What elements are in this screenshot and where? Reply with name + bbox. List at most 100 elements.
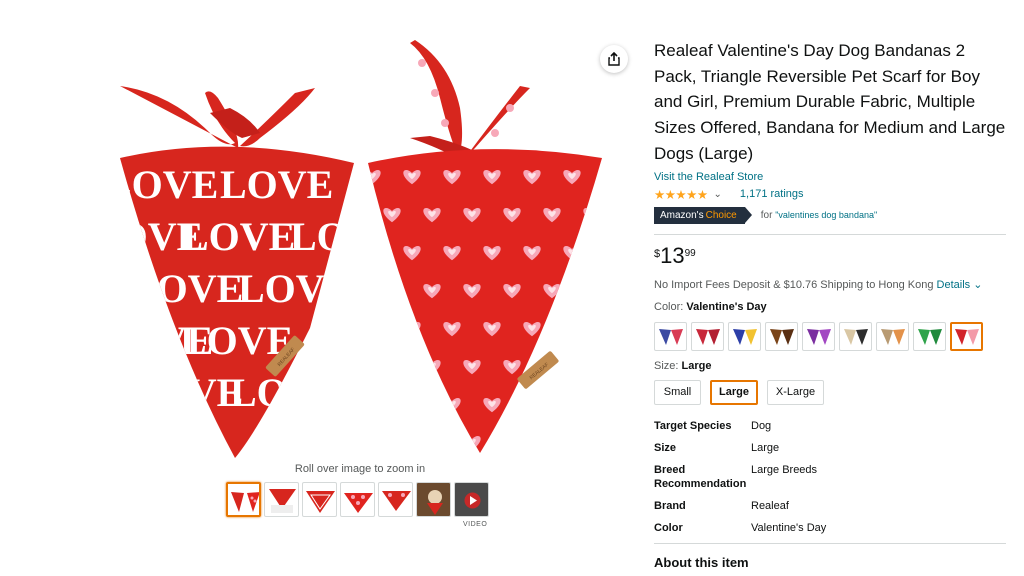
price: $ 13 99 (654, 242, 696, 268)
bandana-icon (917, 329, 942, 346)
heart-pattern-icon (368, 246, 381, 261)
chevron-down-icon[interactable]: ⌄ (714, 189, 722, 200)
bandana-icon (806, 329, 831, 346)
heart-pattern-icon (368, 322, 381, 337)
spec-row: Size Large (654, 441, 780, 454)
size-label: Size: Large (654, 359, 712, 372)
heart-pattern-icon (408, 400, 416, 408)
heart-pattern-icon (563, 397, 581, 413)
svg-text:LOVE: LOVE (238, 266, 351, 311)
bandana-icon (843, 329, 868, 346)
thumbnail-6[interactable] (416, 482, 451, 517)
heart-pattern-icon (388, 362, 396, 370)
share-icon (608, 52, 620, 66)
heart-pattern-icon (588, 362, 596, 370)
heart-pattern-icon (428, 438, 436, 446)
heart-pattern-icon (368, 398, 381, 413)
heart-pattern-icon (588, 438, 596, 446)
bandana-icon (769, 329, 794, 346)
shipping-details-link[interactable]: Details ⌄ (937, 279, 983, 291)
size-option-large[interactable]: Large (710, 379, 758, 405)
color-swatch[interactable] (802, 321, 835, 351)
heart-pattern-icon (568, 324, 576, 332)
choice-query-link[interactable]: "valentines dog bandana" (775, 210, 877, 220)
color-swatch[interactable] (913, 321, 946, 351)
color-swatch[interactable] (728, 321, 761, 351)
heart-pattern-icon (468, 438, 476, 446)
heart-pattern-icon (368, 324, 376, 332)
color-swatch[interactable] (654, 321, 687, 351)
heart-pattern-icon (588, 286, 596, 294)
bandana-icon (880, 329, 905, 346)
color-swatch[interactable] (876, 321, 909, 351)
heart-pattern-icon (508, 438, 516, 446)
heart-pattern-icon (563, 321, 581, 337)
size-options: Small Large X-Large (654, 379, 1006, 405)
thumbnail-2[interactable] (264, 482, 299, 517)
main-product-image[interactable]: LOVE LOVE LOVE LOVE LOVE LOVE LOVE LOVE … (110, 38, 610, 463)
ratings-link[interactable]: 1,171 ratings (740, 188, 804, 200)
thumbnail-4[interactable] (340, 482, 375, 517)
heart-pattern-icon (428, 362, 436, 370)
heart-pattern-icon (388, 286, 396, 294)
heart-pattern-icon (383, 359, 401, 375)
heart-pattern-icon (523, 397, 541, 413)
shipping-info: No Import Fees Deposit & $10.76 Shipping… (654, 278, 983, 291)
bandana-icon (954, 329, 979, 346)
color-swatch[interactable] (691, 321, 724, 351)
heart-pattern-icon (528, 400, 536, 408)
spec-row: Brand Realeaf (654, 499, 789, 512)
heart-pattern-icon (383, 435, 401, 451)
svg-text:LOVE: LOVE (130, 370, 243, 415)
heart-pattern-icon (583, 359, 601, 375)
bandana-icon (695, 329, 720, 346)
divider (654, 542, 1006, 544)
video-label: VIDEO (463, 521, 488, 528)
heart-pattern-icon (583, 283, 601, 299)
spec-row: Breed Recommendation Large Breeds (654, 463, 818, 490)
heart-pattern-icon (588, 210, 596, 218)
amazons-choice-badge: Amazon's Choice (654, 206, 752, 224)
svg-text:LOVE: LOVE (110, 162, 218, 207)
product-title: Realeaf Valentine's Day Dog Bandanas 2 P… (654, 41, 1006, 163)
color-swatches (654, 321, 1006, 351)
color-label: Color: Valentine's Day (654, 300, 767, 313)
heart-pattern-icon (388, 438, 396, 446)
spec-row: Color Valentine's Day (654, 521, 827, 534)
spec-table: Target Species Dog Size Large Breed Recomm… (654, 419, 1006, 535)
zoom-hint: Roll over image to zoom in (294, 463, 426, 475)
heart-pattern-icon (368, 400, 376, 408)
heart-pattern-icon (408, 324, 416, 332)
spec-row: Target Species Dog (654, 419, 772, 432)
heart-pattern-icon (383, 283, 401, 299)
size-option-small[interactable]: Small (654, 379, 701, 405)
store-link[interactable]: Visit the Realeaf Store (654, 171, 763, 183)
heart-pattern-icon (583, 207, 601, 223)
chevron-down-icon: ⌄ (973, 278, 983, 291)
share-button[interactable] (600, 45, 628, 73)
choice-for-text: for "valentines dog bandana" (760, 209, 878, 221)
svg-text:LOVE: LOVE (182, 214, 295, 259)
amazons-choice-row: Amazon's Choice for "valentines dog banda… (654, 206, 1006, 224)
color-swatch[interactable] (765, 321, 798, 351)
heart-pattern-icon (368, 248, 376, 256)
bandana-icon (658, 329, 683, 346)
thumbnail-3[interactable] (302, 482, 337, 517)
divider (654, 233, 1006, 235)
product-details: Realeaf Valentine's Day Dog Bandanas 2 P… (654, 38, 1006, 570)
svg-text:LOVE: LOVE (230, 370, 343, 415)
svg-text:LOVE: LOVE (130, 266, 243, 311)
thumbnail-video[interactable] (454, 482, 489, 517)
color-swatch[interactable] (950, 321, 983, 351)
heart-pattern-icon (568, 400, 576, 408)
heart-pattern-icon (503, 435, 521, 451)
thumbnail-5[interactable] (378, 482, 413, 517)
heart-pattern-icon (583, 435, 601, 451)
size-option-x-large[interactable]: X-Large (767, 379, 824, 405)
color-swatch[interactable] (839, 321, 872, 351)
thumbnail-1[interactable] (226, 482, 261, 517)
star-rating-icon[interactable]: ★★★★★ (654, 187, 708, 202)
thumbnail-strip (226, 482, 489, 517)
bandana-icon (732, 329, 757, 346)
about-heading: About this item (654, 554, 749, 570)
